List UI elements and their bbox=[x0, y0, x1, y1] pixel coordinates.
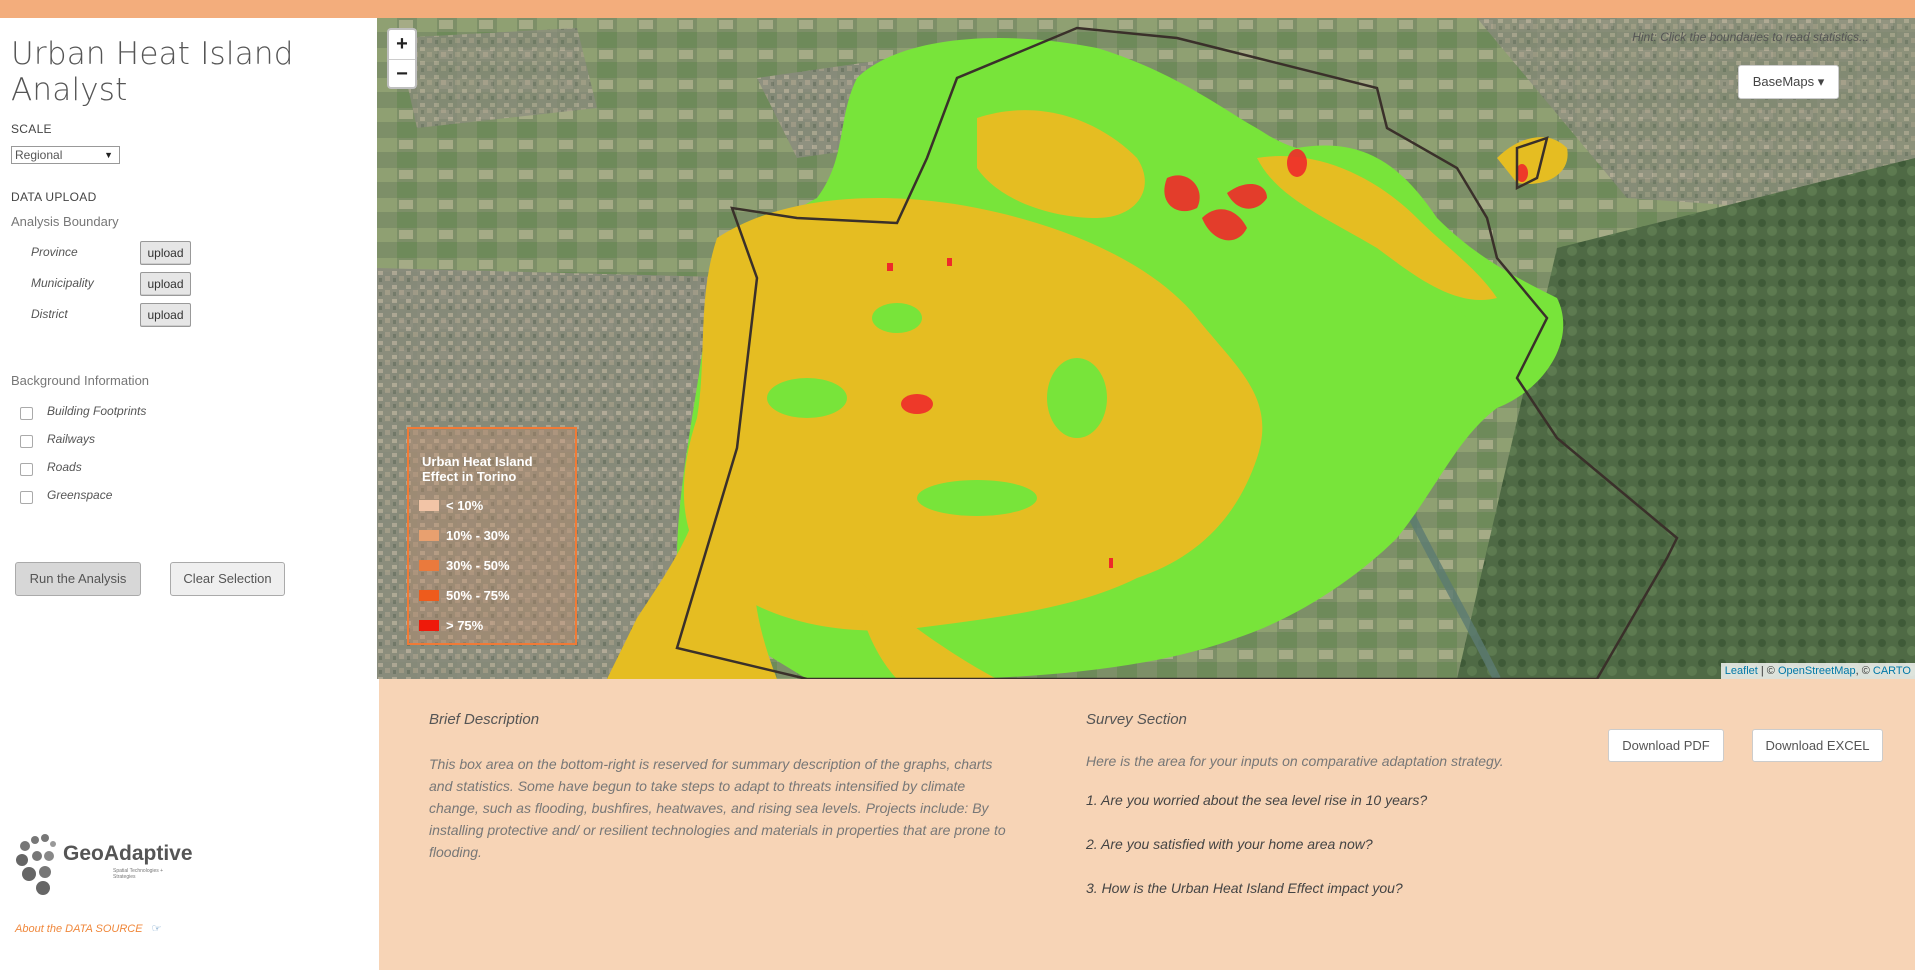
railways-label: Railways bbox=[47, 432, 96, 446]
legend-label: 50% - 75% bbox=[446, 588, 510, 603]
legend-swatch bbox=[419, 590, 439, 601]
legend-label: < 10% bbox=[446, 498, 484, 513]
legend-label: 10% - 30% bbox=[446, 528, 510, 543]
zoom-control: + − bbox=[387, 28, 417, 89]
building-footprints-checkbox[interactable] bbox=[20, 407, 33, 420]
boundary-district-label: District bbox=[31, 307, 68, 321]
boundary-province-label: Province bbox=[31, 245, 78, 259]
railways-checkbox[interactable] bbox=[20, 435, 33, 448]
map-view[interactable]: + − Hint: Click the boundaries to read s… bbox=[377, 18, 1915, 679]
dropdown-arrow-icon: ▼ bbox=[104, 150, 113, 160]
greenspace-checkbox[interactable] bbox=[20, 491, 33, 504]
download-excel-button[interactable]: Download EXCEL bbox=[1752, 729, 1883, 762]
legend-swatch bbox=[419, 620, 439, 631]
zoom-in-button[interactable]: + bbox=[389, 30, 415, 60]
run-analysis-button[interactable]: Run the Analysis bbox=[15, 562, 141, 596]
legend-swatch bbox=[419, 500, 439, 511]
description-text: This box area on the bottom-right is res… bbox=[429, 756, 1006, 860]
attribution-separator: , © bbox=[1855, 665, 1873, 677]
legend-title: Urban Heat Island Effect in Torino bbox=[422, 454, 533, 484]
clear-selection-button[interactable]: Clear Selection bbox=[170, 562, 285, 596]
roads-label: Roads bbox=[47, 460, 82, 474]
background-info-label: Background Information bbox=[11, 373, 150, 388]
logo-text: GeoAdaptive bbox=[63, 842, 193, 865]
legend-swatch bbox=[419, 560, 439, 571]
legend-label: 30% - 50% bbox=[446, 558, 510, 573]
survey-question-3[interactable]: 3. How is the Urban Heat Island Effect i… bbox=[1086, 880, 1403, 896]
leaflet-link[interactable]: Leaflet bbox=[1725, 665, 1758, 677]
description-title: Brief Description bbox=[429, 711, 540, 728]
map-imagery bbox=[377, 18, 1915, 679]
scale-label: SCALE bbox=[11, 122, 52, 136]
data-upload-label: DATA UPLOAD bbox=[11, 190, 97, 204]
osm-link[interactable]: OpenStreetMap bbox=[1778, 665, 1856, 677]
boundary-municipality-label: Municipality bbox=[31, 276, 94, 290]
map-legend: Urban Heat Island Effect in Torino < 10%… bbox=[407, 427, 577, 645]
scale-select[interactable]: Regional ▼ bbox=[11, 146, 120, 164]
roads-checkbox[interactable] bbox=[20, 463, 33, 476]
logo-subtitle: Spatial Technologies + Strategies bbox=[113, 868, 164, 880]
about-data-source-link[interactable]: About the DATA SOURCE ☞ bbox=[15, 922, 162, 935]
greenspace-label: Greenspace bbox=[47, 488, 113, 502]
app-title: Urban Heat Island Analyst bbox=[11, 36, 294, 108]
upload-province-button[interactable]: upload bbox=[140, 241, 191, 265]
survey-question-2[interactable]: 2. Are you satisfied with your home area… bbox=[1086, 836, 1373, 852]
analysis-boundary-label: Analysis Boundary bbox=[11, 214, 119, 229]
about-data-source-label: About the DATA SOURCE bbox=[15, 923, 143, 935]
download-pdf-button[interactable]: Download PDF bbox=[1608, 729, 1724, 762]
legend-swatch bbox=[419, 530, 439, 541]
upload-municipality-button[interactable]: upload bbox=[140, 272, 191, 296]
top-accent-bar bbox=[0, 0, 1915, 18]
sidebar: Urban Heat Island Analyst SCALE Regional… bbox=[0, 18, 377, 970]
map-hint: Hint: Click the boundaries to read stati… bbox=[1632, 30, 1869, 44]
basemaps-dropdown[interactable]: BaseMaps ▾ bbox=[1738, 65, 1839, 99]
survey-intro: Here is the area for your inputs on comp… bbox=[1086, 753, 1504, 769]
survey-question-1[interactable]: 1. Are you worried about the sea level r… bbox=[1086, 792, 1427, 808]
hand-pointer-icon: ☞ bbox=[151, 923, 162, 935]
scale-select-value: Regional bbox=[15, 148, 63, 162]
logo-dots-icon bbox=[16, 834, 56, 895]
map-attribution: Leaflet | © OpenStreetMap, © CARTO bbox=[1720, 663, 1915, 679]
legend-label: > 75% bbox=[446, 618, 484, 633]
zoom-out-button[interactable]: − bbox=[389, 60, 415, 89]
survey-title: Survey Section bbox=[1086, 711, 1187, 728]
carto-link[interactable]: CARTO bbox=[1873, 665, 1911, 677]
building-footprints-label: Building Footprints bbox=[47, 404, 147, 418]
bottom-panel: Brief Description This box area on the b… bbox=[379, 679, 1915, 970]
attribution-separator: | © bbox=[1757, 665, 1778, 677]
upload-district-button[interactable]: upload bbox=[140, 303, 191, 327]
geoadaptive-logo: GeoAdaptive Spatial Technologies + Strat… bbox=[15, 832, 193, 897]
